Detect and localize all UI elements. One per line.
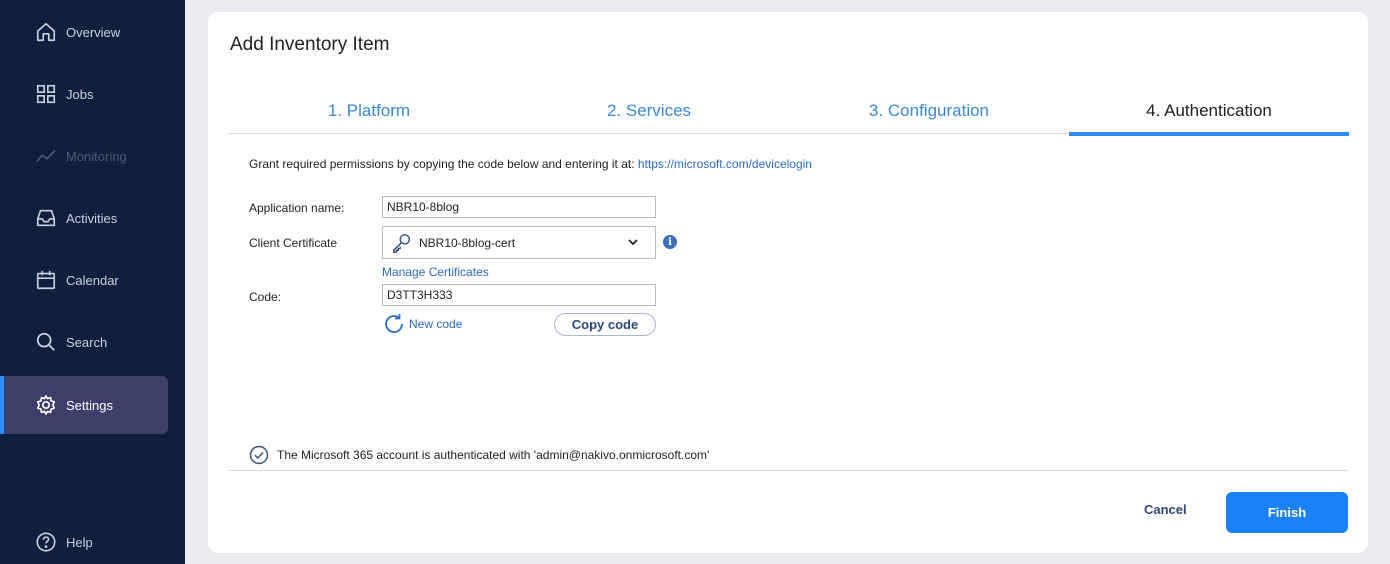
refresh-icon xyxy=(382,312,406,336)
client-certificate-label: Client Certificate xyxy=(249,236,338,250)
grant-text: Grant required permissions by copying th… xyxy=(249,157,635,171)
sidebar-item-label: Activities xyxy=(66,210,118,226)
code-label: Code: xyxy=(249,290,282,304)
application-name-label: Application name: xyxy=(249,201,345,215)
chevron-down-icon xyxy=(627,236,639,248)
code-input[interactable] xyxy=(382,284,656,306)
sidebar-item-jobs[interactable]: Jobs xyxy=(0,65,168,123)
chart-line-icon xyxy=(34,144,58,168)
calendar-icon xyxy=(34,268,58,292)
sidebar-item-label: Calendar xyxy=(66,272,119,288)
sidebar: Overview Jobs Monitoring Activities Cale… xyxy=(0,0,185,564)
tab-services[interactable]: 2. Services xyxy=(509,88,789,134)
inbox-icon xyxy=(34,206,58,230)
sidebar-item-settings[interactable]: Settings xyxy=(0,376,168,434)
add-inventory-dialog: Add Inventory Item 1. Platform 2. Servic… xyxy=(208,12,1368,553)
sidebar-item-calendar[interactable]: Calendar xyxy=(0,251,168,309)
new-code-button[interactable]: New code xyxy=(382,312,462,336)
client-certificate-value: NBR10-8blog-cert xyxy=(419,235,516,250)
sidebar-item-label: Help xyxy=(66,534,93,550)
sidebar-item-label: Search xyxy=(66,334,108,350)
page-title: Add Inventory Item xyxy=(230,34,390,55)
home-icon xyxy=(34,20,58,44)
auth-status: The Microsoft 365 account is authenticat… xyxy=(249,445,709,465)
client-certificate-select[interactable]: NBR10-8blog-cert xyxy=(382,226,656,259)
auth-status-text: The Microsoft 365 account is authenticat… xyxy=(277,448,710,462)
sidebar-item-label: Monitoring xyxy=(66,148,127,164)
manage-certificates-link[interactable]: Manage Certificates xyxy=(382,265,489,279)
finish-button[interactable]: Finish xyxy=(1226,492,1348,533)
help-icon xyxy=(34,530,58,554)
sidebar-item-help[interactable]: Help xyxy=(0,513,168,564)
info-icon[interactable]: i xyxy=(663,235,677,249)
cancel-button[interactable]: Cancel xyxy=(1144,502,1187,517)
wizard-tabs: 1. Platform 2. Services 3. Configuration… xyxy=(229,88,1349,136)
copy-code-button[interactable]: Copy code xyxy=(554,313,656,336)
grid-icon xyxy=(34,82,58,106)
sidebar-item-label: Settings xyxy=(66,397,113,413)
sidebar-item-monitoring[interactable]: Monitoring xyxy=(0,127,168,185)
gear-icon xyxy=(34,393,58,417)
sidebar-item-label: Jobs xyxy=(66,86,94,102)
sidebar-item-label: Overview xyxy=(66,24,121,40)
tab-configuration[interactable]: 3. Configuration xyxy=(789,88,1069,134)
grant-instructions: Grant required permissions by copying th… xyxy=(249,157,812,171)
footer-divider xyxy=(229,470,1349,471)
devicelogin-link[interactable]: https://microsoft.com/devicelogin xyxy=(638,157,812,171)
key-icon xyxy=(391,232,413,254)
sidebar-item-activities[interactable]: Activities xyxy=(0,189,168,247)
tab-platform[interactable]: 1. Platform xyxy=(229,88,509,134)
search-icon xyxy=(34,330,58,354)
sidebar-item-search[interactable]: Search xyxy=(0,313,168,371)
sidebar-item-overview[interactable]: Overview xyxy=(0,3,168,61)
new-code-label: New code xyxy=(409,317,463,331)
application-name-input[interactable] xyxy=(382,196,656,218)
check-circle-icon xyxy=(249,445,269,465)
tab-authentication[interactable]: 4. Authentication xyxy=(1069,88,1349,136)
